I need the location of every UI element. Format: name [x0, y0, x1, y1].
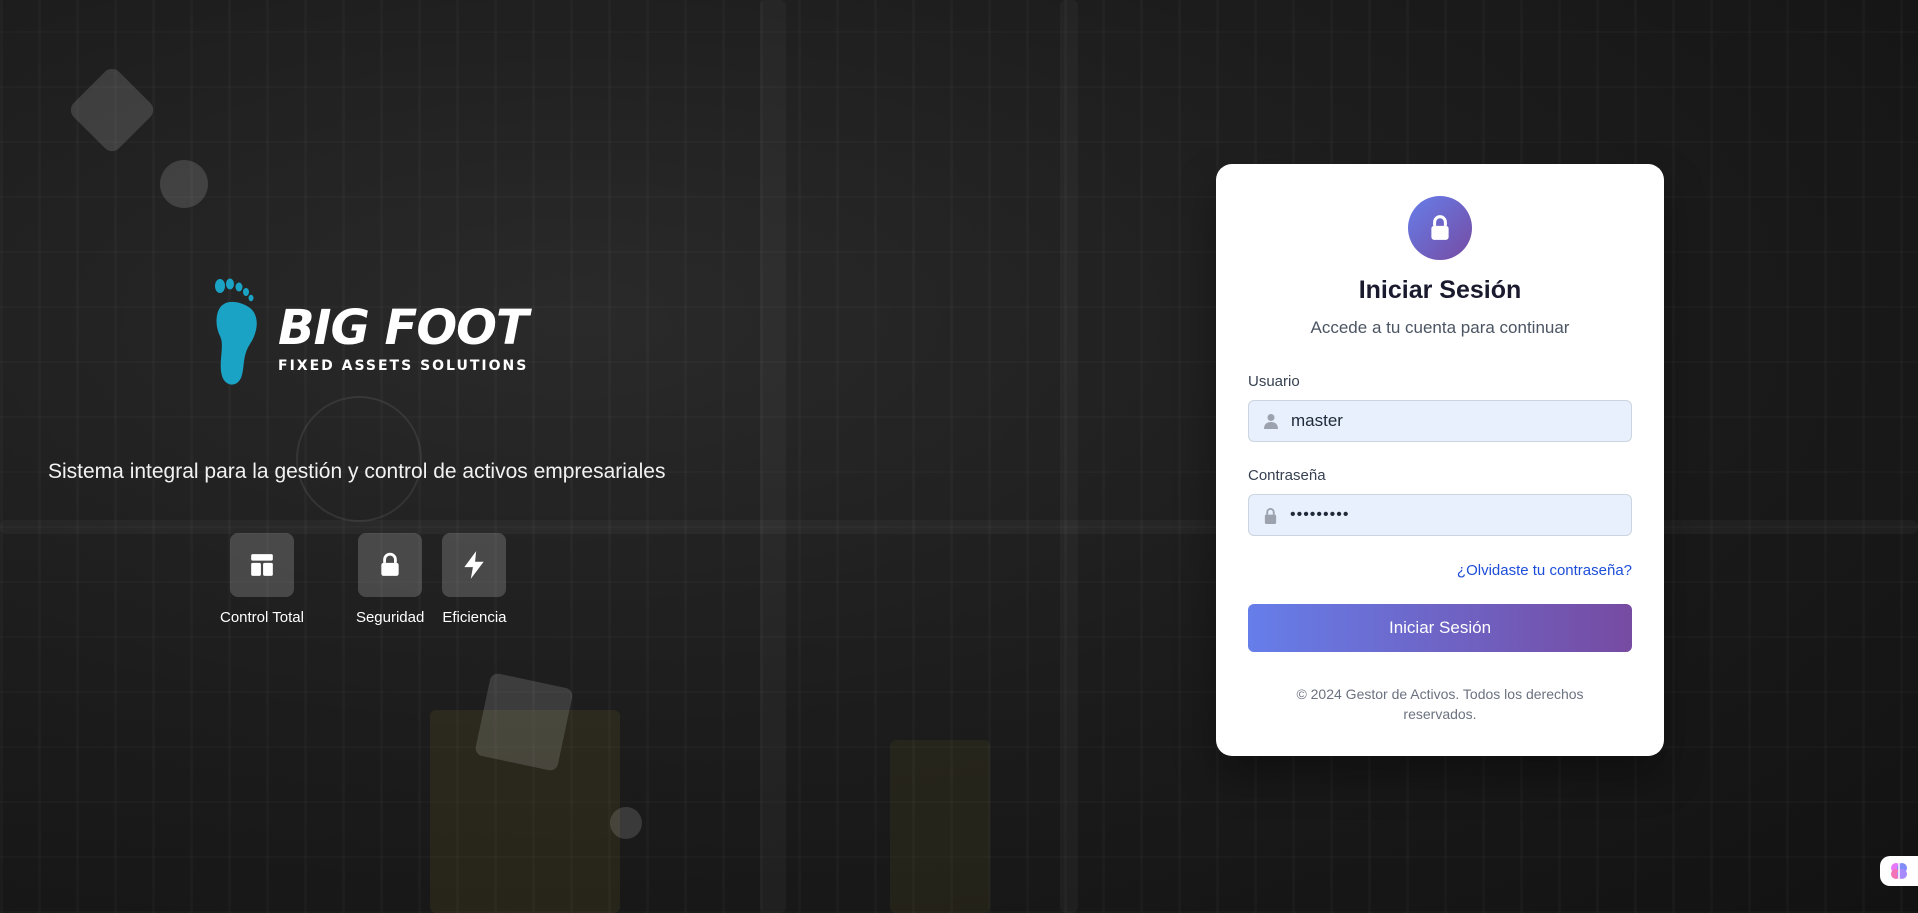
login-subtitle: Accede a tu cuenta para continuar — [1310, 318, 1570, 337]
decorative-square — [474, 672, 574, 772]
username-field[interactable]: master — [1248, 400, 1632, 442]
feature-label: Control Total — [220, 609, 304, 626]
login-title: Iniciar Sesión — [1358, 276, 1522, 304]
feature-label: Seguridad — [355, 609, 425, 626]
background-pipe — [1060, 0, 1078, 913]
decorative-circle — [610, 807, 642, 839]
brand-name: BIG FOOT — [278, 300, 529, 356]
feature-control-total: Control Total — [220, 533, 304, 626]
brain-icon — [1891, 863, 1907, 879]
tagline: Sistema integral para la gestión y contr… — [48, 460, 666, 483]
feature-icon-box — [358, 533, 423, 597]
lock-icon — [1264, 507, 1277, 524]
extension-widget-button[interactable] — [1880, 856, 1918, 886]
brand-subtitle: FIXED ASSETS SOLUTIONS — [278, 358, 529, 374]
background-machine — [890, 740, 990, 913]
decorative-ring — [296, 396, 422, 522]
lock-icon — [381, 552, 399, 576]
lock-icon — [1431, 215, 1449, 240]
feature-seguridad: Seguridad — [356, 533, 424, 626]
login-card: Iniciar Sesión Accede a tu cuenta para c… — [1216, 164, 1664, 756]
bolt-icon — [464, 551, 485, 579]
feature-eficiencia: Eficiencia — [442, 533, 507, 626]
login-button[interactable]: Iniciar Sesión — [1248, 604, 1632, 652]
copyright-text: © 2024 Gestor de Activos. Todos los dere… — [1296, 686, 1584, 722]
forgot-password-link[interactable]: ¿Olvidaste tu contraseña? — [1457, 562, 1632, 579]
dashboard-icon — [251, 554, 273, 576]
feature-list: Control Total Seguridad Eficiencia — [220, 533, 507, 626]
feature-icon-box — [229, 533, 294, 597]
brand-logo: BIG FOOT FIXED ASSETS SOLUTIONS — [214, 278, 529, 390]
login-lock-badge — [1408, 196, 1472, 260]
feature-label: Eficiencia — [442, 609, 507, 626]
decorative-circle — [160, 160, 208, 208]
username-input[interactable]: master — [1291, 411, 1343, 431]
background-pipe — [760, 0, 786, 913]
feature-icon-box — [442, 533, 507, 597]
username-label: Usuario — [1248, 373, 1300, 390]
foot-logo-icon — [215, 278, 257, 385]
password-input[interactable]: ••••••••• — [1290, 506, 1349, 524]
user-icon — [1264, 414, 1278, 429]
password-field[interactable]: ••••••••• — [1248, 494, 1632, 536]
password-label: Contraseña — [1248, 467, 1326, 484]
